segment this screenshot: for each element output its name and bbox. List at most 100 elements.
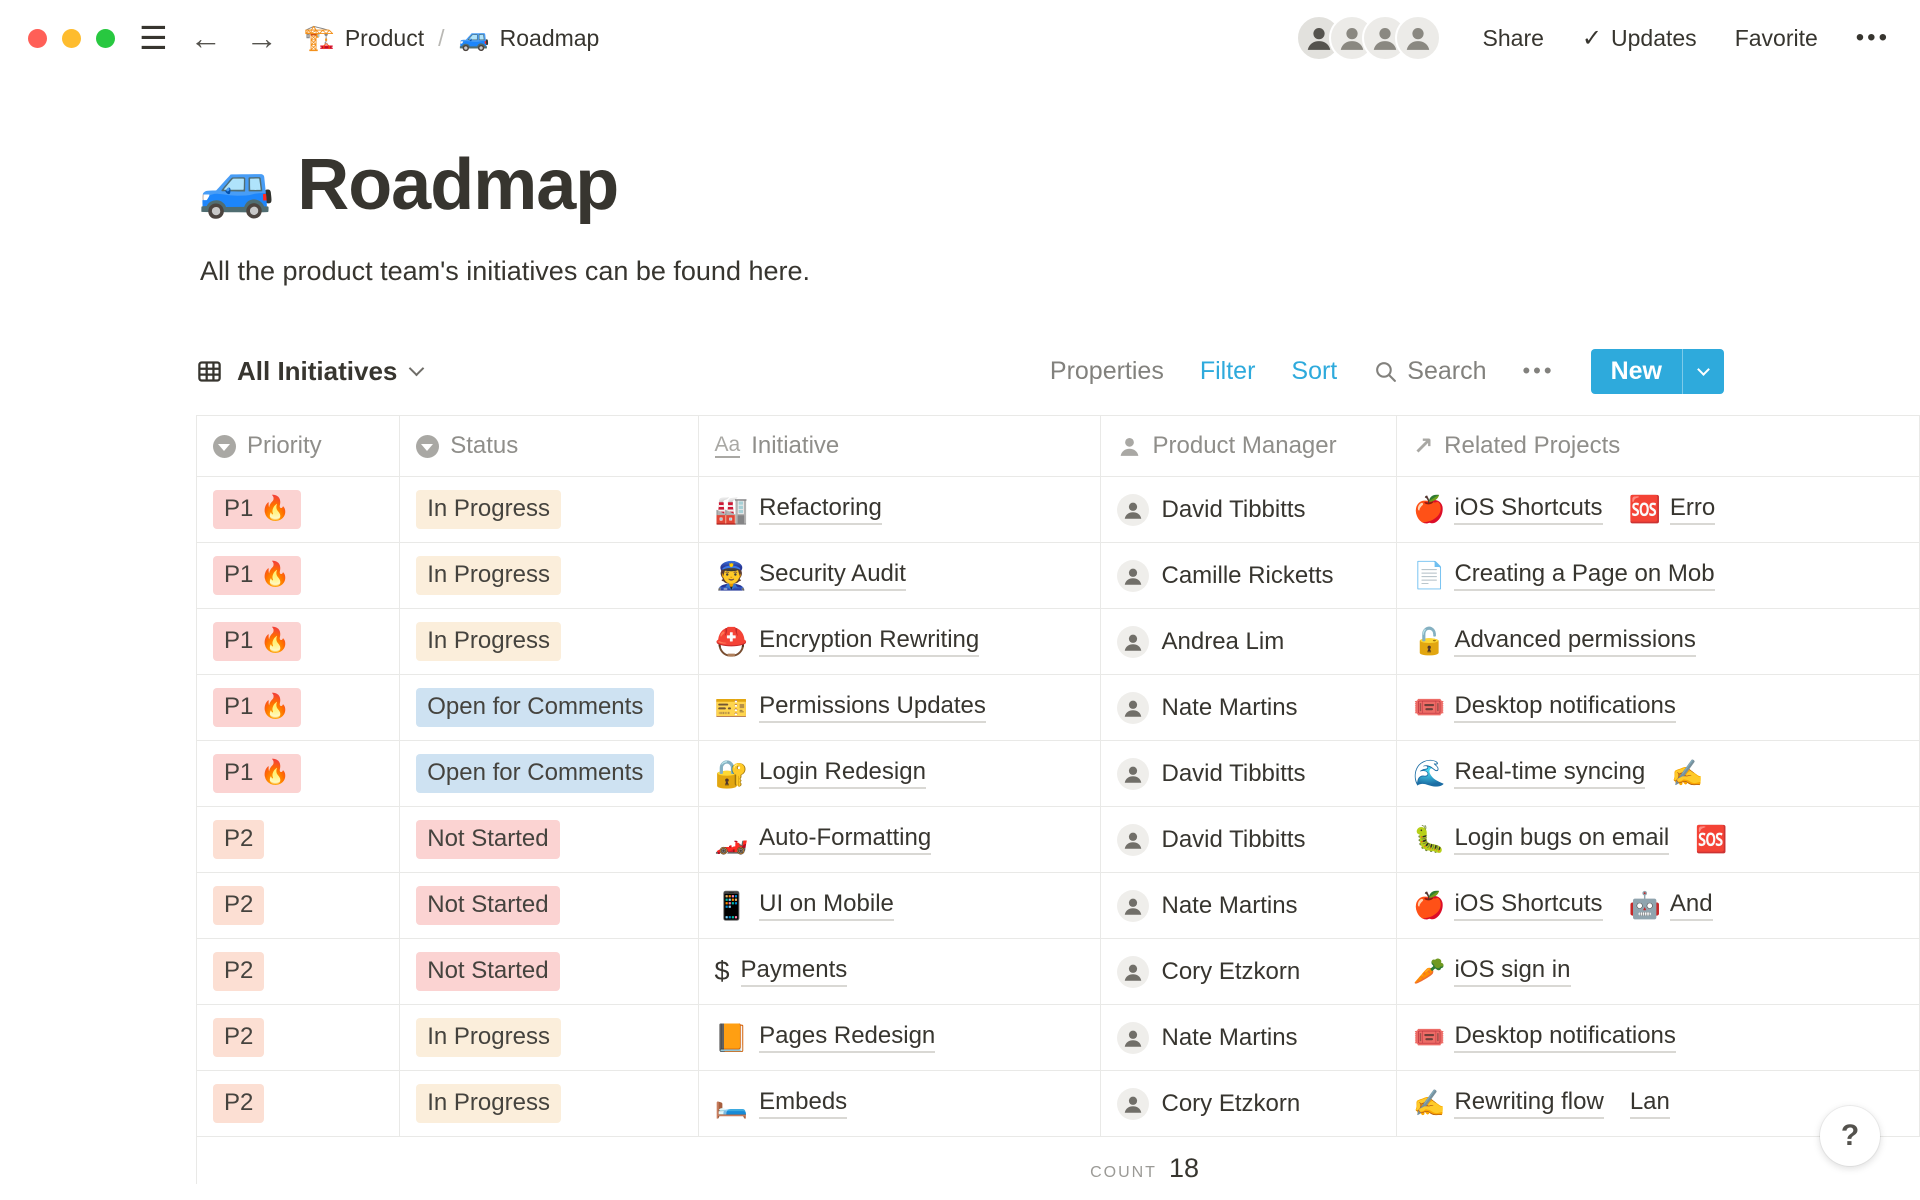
filter-button[interactable]: Filter (1200, 357, 1256, 386)
manager-cell[interactable]: Andrea Lim (1101, 609, 1398, 674)
status-tag[interactable]: In Progress (416, 1084, 561, 1122)
manager-person[interactable]: Nate Martins (1117, 692, 1298, 724)
related-link[interactable]: 🆘 (1695, 824, 1727, 855)
related-link[interactable]: 🐛 Login bugs on email (1413, 824, 1669, 855)
related-cell[interactable]: 🎟️ Desktop notifications (1397, 1005, 1920, 1070)
related-link[interactable]: 🥕 iOS sign in (1413, 956, 1570, 987)
manager-cell[interactable]: Nate Martins (1101, 675, 1398, 740)
more-button[interactable]: ••• (1856, 24, 1890, 52)
status-tag[interactable]: In Progress (416, 1018, 561, 1056)
priority-tag[interactable]: P1 🔥 (213, 622, 301, 660)
status-cell[interactable]: In Progress (400, 1005, 698, 1070)
toolbar-more-button[interactable]: ••• (1522, 358, 1554, 384)
manager-cell[interactable]: Cory Etzkorn (1101, 1071, 1398, 1136)
related-link[interactable]: ✍️ (1671, 758, 1703, 789)
new-button[interactable]: New (1591, 349, 1724, 394)
manager-cell[interactable]: David Tibbitts (1101, 807, 1398, 872)
related-link[interactable]: 🤖 And (1629, 890, 1713, 921)
close-button[interactable] (28, 29, 47, 48)
initiative-cell[interactable]: 🔐 Login Redesign (699, 741, 1101, 806)
related-cell[interactable]: 🍎 iOS Shortcuts 🆘 Erro (1397, 477, 1920, 542)
priority-cell[interactable]: P2 (197, 939, 400, 1004)
initiative-link[interactable]: 🛏️ Embeds (715, 1088, 848, 1120)
manager-cell[interactable]: David Tibbitts (1101, 477, 1398, 542)
status-cell[interactable]: In Progress (400, 477, 698, 542)
sidebar-toggle-button[interactable]: ☰ (139, 19, 168, 57)
related-cell[interactable]: 🍎 iOS Shortcuts 🤖 And (1397, 873, 1920, 938)
forward-button[interactable]: → (246, 20, 278, 57)
manager-person[interactable]: Cory Etzkorn (1117, 956, 1301, 988)
properties-button[interactable]: Properties (1050, 357, 1164, 386)
manager-cell[interactable]: David Tibbitts (1101, 741, 1398, 806)
manager-person[interactable]: Andrea Lim (1117, 626, 1285, 658)
manager-cell[interactable]: Camille Ricketts (1101, 543, 1398, 608)
status-tag[interactable]: Not Started (416, 820, 559, 858)
status-cell[interactable]: Open for Comments (400, 741, 698, 806)
status-cell[interactable]: Open for Comments (400, 675, 698, 740)
minimize-button[interactable] (62, 29, 81, 48)
initiative-link[interactable]: 📙 Pages Redesign (715, 1022, 936, 1054)
status-cell[interactable]: In Progress (400, 609, 698, 674)
updates-button[interactable]: ✓ Updates (1582, 24, 1697, 53)
priority-cell[interactable]: P1 🔥 (197, 543, 400, 608)
status-tag[interactable]: Not Started (416, 952, 559, 990)
initiative-cell[interactable]: 📱 UI on Mobile (699, 873, 1101, 938)
manager-cell[interactable]: Nate Martins (1101, 1005, 1398, 1070)
initiative-link[interactable]: 🔐 Login Redesign (715, 758, 926, 790)
column-header-priority[interactable]: Priority (197, 416, 400, 476)
manager-cell[interactable]: Nate Martins (1101, 873, 1398, 938)
manager-person[interactable]: Nate Martins (1117, 890, 1298, 922)
priority-cell[interactable]: P2 (197, 1071, 400, 1136)
priority-tag[interactable]: P2 (213, 1018, 264, 1056)
column-header-initiative[interactable]: Aa Initiative (699, 416, 1101, 476)
page-description[interactable]: All the product team's initiatives can b… (200, 256, 1920, 287)
breadcrumb-item-product[interactable]: 🏗️ Product (304, 24, 424, 53)
manager-person[interactable]: David Tibbitts (1117, 758, 1306, 790)
status-cell[interactable]: Not Started (400, 807, 698, 872)
status-tag[interactable]: Not Started (416, 886, 559, 924)
related-cell[interactable]: 🔓 Advanced permissions (1397, 609, 1920, 674)
manager-person[interactable]: David Tibbitts (1117, 824, 1306, 856)
count-aggregate[interactable]: COUNT 18 (197, 1153, 1227, 1184)
page-title[interactable]: Roadmap (297, 144, 618, 226)
topbar-avatars[interactable] (1296, 15, 1441, 61)
initiative-cell[interactable]: 🏭 Refactoring (699, 477, 1101, 542)
initiative-cell[interactable]: $ Payments (699, 939, 1101, 1004)
status-cell[interactable]: Not Started (400, 873, 698, 938)
priority-tag[interactable]: P2 (213, 820, 264, 858)
manager-person[interactable]: Camille Ricketts (1117, 560, 1334, 592)
zoom-button[interactable] (96, 29, 115, 48)
priority-cell[interactable]: P1 🔥 (197, 477, 400, 542)
initiative-link[interactable]: 📱 UI on Mobile (715, 890, 894, 922)
initiative-cell[interactable]: 👮 Security Audit (699, 543, 1101, 608)
priority-cell[interactable]: P2 (197, 1005, 400, 1070)
priority-tag[interactable]: P1 🔥 (213, 556, 301, 594)
related-link[interactable]: 🎟️ Desktop notifications (1413, 692, 1676, 723)
new-button-dropdown[interactable] (1682, 349, 1724, 394)
initiative-link[interactable]: 👮 Security Audit (715, 560, 906, 592)
initiative-link[interactable]: 🏎️ Auto-Formatting (715, 824, 932, 856)
priority-cell[interactable]: P2 (197, 807, 400, 872)
initiative-link[interactable]: $ Payments (715, 956, 848, 987)
initiative-cell[interactable]: ⛑️ Encryption Rewriting (699, 609, 1101, 674)
initiative-link[interactable]: 🎫 Permissions Updates (715, 692, 986, 724)
manager-cell[interactable]: Cory Etzkorn (1101, 939, 1398, 1004)
priority-tag[interactable]: P1 🔥 (213, 688, 301, 726)
priority-cell[interactable]: P1 🔥 (197, 675, 400, 740)
related-cell[interactable]: 🥕 iOS sign in (1397, 939, 1920, 1004)
search-button[interactable]: Search (1373, 357, 1486, 386)
initiative-cell[interactable]: 🎫 Permissions Updates (699, 675, 1101, 740)
initiative-link[interactable]: 🏭 Refactoring (715, 494, 882, 526)
status-tag[interactable]: In Progress (416, 490, 561, 528)
help-button[interactable]: ? (1820, 1106, 1880, 1166)
sort-button[interactable]: Sort (1291, 357, 1337, 386)
related-link[interactable]: Lan (1630, 1088, 1670, 1119)
priority-tag[interactable]: P1 🔥 (213, 490, 301, 528)
manager-person[interactable]: Nate Martins (1117, 1022, 1298, 1054)
initiative-cell[interactable]: 🏎️ Auto-Formatting (699, 807, 1101, 872)
priority-tag[interactable]: P2 (213, 886, 264, 924)
related-link[interactable]: 🍎 iOS Shortcuts (1413, 494, 1602, 525)
priority-tag[interactable]: P2 (213, 952, 264, 990)
priority-cell[interactable]: P2 (197, 873, 400, 938)
status-tag[interactable]: In Progress (416, 556, 561, 594)
